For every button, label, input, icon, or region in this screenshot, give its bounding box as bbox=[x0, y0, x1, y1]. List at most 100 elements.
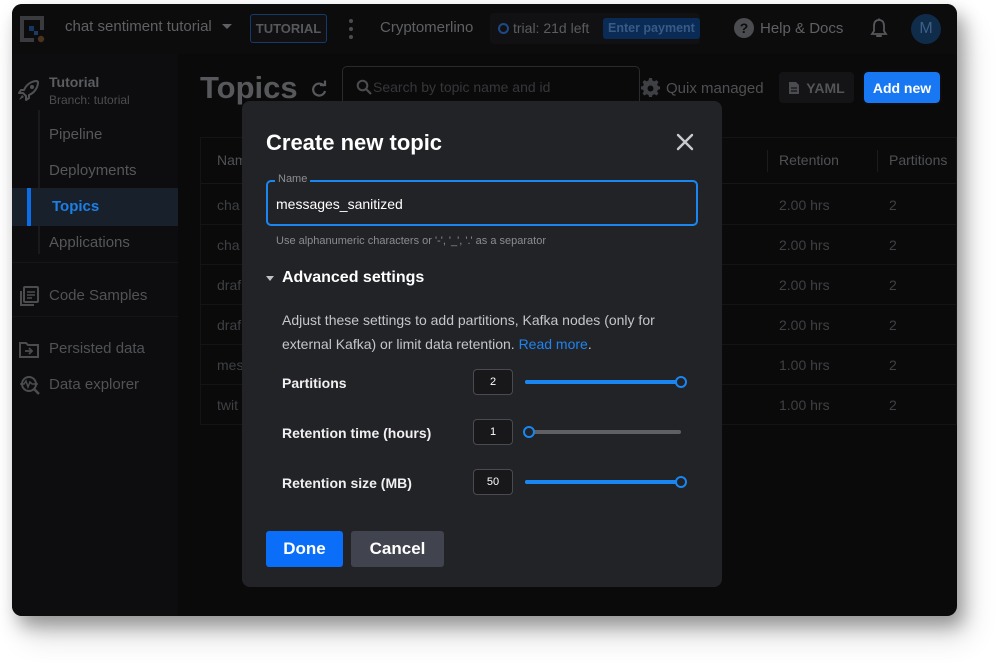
trial-indicator: trial: 21d left Enter payment bbox=[490, 13, 700, 44]
sidebar-item-label: Data explorer bbox=[49, 376, 139, 393]
topic-name: cha bbox=[217, 237, 240, 253]
sidebar-item-code-samples[interactable]: Code Samples bbox=[12, 281, 178, 311]
partitions-setting: Partitions bbox=[282, 369, 702, 399]
help-label: Help & Docs bbox=[760, 20, 843, 37]
slider-thumb[interactable] bbox=[523, 426, 535, 438]
topic-retention: 2.00 hrs bbox=[779, 277, 830, 293]
sidebar-divider bbox=[12, 262, 178, 263]
persisted-data-icon bbox=[18, 338, 40, 360]
sidebar-item-topics[interactable]: Topics bbox=[12, 188, 178, 226]
dialog-title: Create new topic bbox=[266, 130, 442, 156]
notifications-bell-icon[interactable] bbox=[870, 18, 888, 40]
name-field-label: Name bbox=[275, 173, 310, 185]
sidebar-item-label: Code Samples bbox=[49, 287, 147, 304]
retention-time-label: Retention time (hours) bbox=[282, 425, 431, 441]
retention-size-setting: Retention size (MB) bbox=[282, 469, 702, 499]
topic-name: draf bbox=[217, 317, 241, 333]
topic-name: mes bbox=[217, 357, 243, 373]
retention-time-setting: Retention time (hours) bbox=[282, 419, 702, 449]
topic-retention: 1.00 hrs bbox=[779, 397, 830, 413]
sidebar-item-pipeline[interactable]: Pipeline bbox=[12, 116, 178, 154]
sidebar-item-label: Persisted data bbox=[49, 340, 145, 357]
topic-partitions: 2 bbox=[889, 357, 897, 373]
column-header-retention[interactable]: Retention bbox=[779, 152, 839, 168]
sidebar-item-persisted-data[interactable]: Persisted data bbox=[12, 334, 178, 364]
sidebar-project-branch: Branch: tutorial bbox=[49, 93, 130, 107]
sidebar-project-header[interactable]: Tutorial Branch: tutorial bbox=[12, 64, 178, 114]
quix-managed-label: Quix managed bbox=[666, 80, 764, 97]
chevron-down-icon bbox=[222, 24, 232, 29]
name-helper-text: Use alphanumeric characters or '-', '_',… bbox=[276, 235, 546, 247]
read-more-link[interactable]: Read more bbox=[519, 336, 588, 352]
project-name: chat sentiment tutorial bbox=[65, 18, 212, 35]
topic-partitions: 2 bbox=[889, 397, 897, 413]
help-docs-link[interactable]: ? Help & Docs bbox=[734, 18, 843, 38]
topic-name: cha bbox=[217, 197, 240, 213]
refresh-icon[interactable] bbox=[309, 80, 329, 100]
organization-name[interactable]: Cryptomerlino bbox=[380, 19, 473, 36]
column-divider[interactable] bbox=[767, 150, 768, 172]
retention-size-input[interactable] bbox=[473, 469, 513, 495]
help-icon: ? bbox=[734, 18, 754, 38]
sidebar-item-deployments[interactable]: Deployments bbox=[12, 152, 178, 190]
topic-search[interactable] bbox=[342, 66, 640, 106]
advanced-settings-description: Adjust these settings to add partitions,… bbox=[282, 308, 702, 356]
topic-partitions: 2 bbox=[889, 317, 897, 333]
yaml-label: YAML bbox=[806, 80, 844, 96]
sidebar-item-applications[interactable]: Applications bbox=[12, 224, 178, 262]
caret-down-icon bbox=[266, 276, 274, 281]
retention-size-label: Retention size (MB) bbox=[282, 475, 412, 491]
partitions-slider[interactable] bbox=[525, 376, 683, 388]
document-icon bbox=[788, 81, 800, 95]
slider-fill bbox=[525, 380, 681, 384]
slider-thumb[interactable] bbox=[675, 476, 687, 488]
enter-payment-button[interactable]: Enter payment bbox=[603, 18, 700, 39]
topic-name: draf bbox=[217, 277, 241, 293]
retention-size-slider[interactable] bbox=[525, 476, 683, 488]
trial-text: trial: 21d left bbox=[513, 20, 589, 36]
topic-retention: 2.00 hrs bbox=[779, 197, 830, 213]
done-button[interactable]: Done bbox=[266, 531, 343, 567]
topic-name-input[interactable] bbox=[276, 194, 686, 214]
cancel-button[interactable]: Cancel bbox=[351, 531, 444, 567]
timer-icon bbox=[498, 23, 509, 34]
yaml-button[interactable]: YAML bbox=[779, 72, 854, 103]
partitions-input[interactable] bbox=[473, 369, 513, 395]
search-input[interactable] bbox=[373, 76, 633, 98]
topic-partitions: 2 bbox=[889, 277, 897, 293]
retention-time-input[interactable] bbox=[473, 419, 513, 445]
quix-logo-icon[interactable] bbox=[17, 13, 49, 45]
column-divider[interactable] bbox=[877, 150, 878, 172]
app-window: chat sentiment tutorial TUTORIAL Cryptom… bbox=[12, 4, 957, 616]
description-suffix: . bbox=[588, 336, 592, 352]
sidebar-project-title: Tutorial bbox=[49, 74, 99, 90]
add-new-button[interactable]: Add new bbox=[864, 72, 940, 103]
topic-name: twit bbox=[217, 397, 238, 413]
sidebar-divider bbox=[12, 316, 178, 317]
close-icon[interactable] bbox=[674, 131, 696, 153]
gear-icon bbox=[641, 78, 661, 98]
top-bar: chat sentiment tutorial TUTORIAL Cryptom… bbox=[12, 4, 957, 54]
description-text: Adjust these settings to add partitions,… bbox=[282, 312, 655, 352]
topic-retention: 2.00 hrs bbox=[779, 237, 830, 253]
more-options-icon[interactable] bbox=[349, 19, 353, 39]
column-header-partitions[interactable]: Partitions bbox=[889, 152, 947, 168]
sidebar: Tutorial Branch: tutorial Pipeline Deplo… bbox=[12, 54, 178, 616]
sidebar-item-data-explorer[interactable]: Data explorer bbox=[12, 370, 178, 400]
rocket-icon bbox=[17, 78, 41, 102]
topic-partitions: 2 bbox=[889, 237, 897, 253]
topic-retention: 1.00 hrs bbox=[779, 357, 830, 373]
topic-partitions: 2 bbox=[889, 197, 897, 213]
advanced-settings-toggle[interactable]: Advanced settings bbox=[266, 269, 424, 287]
topic-name-field[interactable]: Name bbox=[266, 180, 698, 226]
retention-time-slider[interactable] bbox=[525, 426, 683, 438]
slider-thumb[interactable] bbox=[675, 376, 687, 388]
slider-fill bbox=[525, 480, 681, 484]
user-avatar[interactable]: M bbox=[911, 14, 941, 44]
project-selector[interactable]: chat sentiment tutorial bbox=[65, 18, 232, 35]
code-samples-icon bbox=[18, 285, 40, 307]
create-topic-dialog: Create new topic Name Use alphanumeric c… bbox=[242, 101, 722, 587]
data-explorer-icon bbox=[18, 374, 40, 396]
environment-badge[interactable]: TUTORIAL bbox=[250, 14, 327, 43]
quix-managed-filter[interactable]: Quix managed bbox=[641, 78, 764, 98]
